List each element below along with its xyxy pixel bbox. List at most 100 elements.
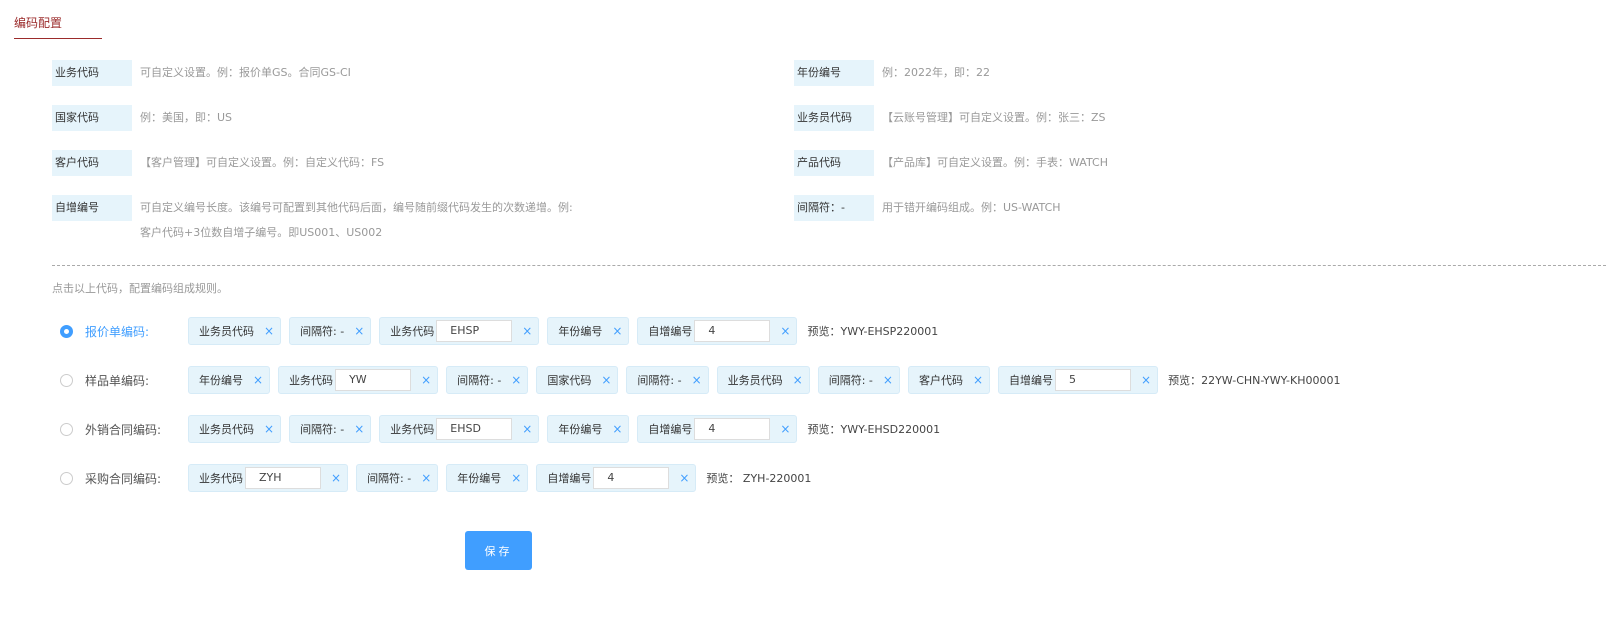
chip-value-input[interactable]: 4 xyxy=(694,320,771,342)
code-chip[interactable]: 国家代码 × xyxy=(536,366,619,394)
legend-key[interactable]: 间隔符：- xyxy=(794,195,874,221)
legend-desc: 【云账号管理】可自定义设置。例：张三：ZS xyxy=(882,111,1106,124)
close-icon[interactable]: × xyxy=(421,471,431,485)
legend-key[interactable]: 国家代码 xyxy=(52,105,132,131)
chip-value-input[interactable]: ZYH xyxy=(245,467,321,489)
close-icon[interactable]: × xyxy=(793,373,803,387)
code-chip[interactable]: 自增编号 4 × xyxy=(637,317,798,345)
legend-key[interactable]: 自增编号 xyxy=(52,195,132,221)
close-icon[interactable]: × xyxy=(780,422,790,436)
close-icon[interactable]: × xyxy=(612,422,622,436)
chip-label: 间隔符: - xyxy=(637,374,682,387)
chip-label: 间隔符: - xyxy=(300,423,345,436)
legend-key[interactable]: 业务员代码 xyxy=(794,105,874,131)
code-chip[interactable]: 业务员代码 × xyxy=(716,366,810,394)
chip-label: 年份编号 xyxy=(558,423,603,436)
code-chip[interactable]: 自增编号 5 × xyxy=(998,366,1159,394)
close-icon[interactable]: × xyxy=(354,324,364,338)
legend-desc: 【客户管理】可自定义设置。例：自定义代码：FS xyxy=(140,156,385,169)
code-chip[interactable]: 业务代码 EHSD × xyxy=(379,415,540,443)
legend-desc: 可自定义设置。例：报价单GS。合同GS-CI xyxy=(140,66,351,79)
preview-text: 预览：YWY-EHSD220001 xyxy=(807,423,941,436)
rule-row-sample: 样品单编码: 年份编号 × 业务代码 YW × 间隔符: - × 国家代码 × … xyxy=(60,366,1341,394)
chip-label: 业务代码 xyxy=(390,325,435,338)
legend-item: 自增编号 可自定义编号长度。该编号可配置到其他代码后面，编号随前缀代码发生的次数… xyxy=(52,195,573,239)
chip-value-input[interactable]: EHSP xyxy=(436,320,513,342)
chip-label: 间隔符: - xyxy=(300,325,345,338)
chip-label: 间隔符: - xyxy=(457,374,502,387)
close-icon[interactable]: × xyxy=(612,324,622,338)
save-button[interactable]: 保存 xyxy=(465,531,532,570)
legend-desc: 例：2022年，即：22 xyxy=(882,66,990,79)
legend-desc-continued: 客户代码+3位数自增子编号。即US001、US002 xyxy=(140,226,383,239)
code-chip[interactable]: 业务代码 ZYH × xyxy=(188,464,349,492)
chip-label: 业务代码 xyxy=(390,423,435,436)
close-icon[interactable]: × xyxy=(679,471,689,485)
code-chip[interactable]: 间隔符: - × xyxy=(356,464,439,492)
close-icon[interactable]: × xyxy=(354,422,364,436)
code-chip[interactable]: 年份编号 × xyxy=(188,366,271,394)
close-icon[interactable]: × xyxy=(522,422,532,436)
code-chip[interactable]: 年份编号 × xyxy=(446,464,529,492)
tab-encoding-config[interactable]: 编码配置 xyxy=(14,14,62,31)
chip-label: 自增编号 xyxy=(648,423,693,436)
close-icon[interactable]: × xyxy=(973,373,983,387)
chip-value-input[interactable]: 4 xyxy=(694,418,771,440)
legend-desc: 用于错开编码组成。例：US-WATCH xyxy=(882,201,1061,214)
radio-button[interactable] xyxy=(60,471,73,485)
close-icon[interactable]: × xyxy=(264,422,274,436)
code-chip[interactable]: 年份编号 × xyxy=(547,415,630,443)
close-icon[interactable]: × xyxy=(331,471,341,485)
rule-row-export-contract: 外销合同编码: 业务员代码 × 间隔符: - × 业务代码 EHSD × 年份编… xyxy=(60,415,940,443)
close-icon[interactable]: × xyxy=(511,471,521,485)
code-chip[interactable]: 自增编号 4 × xyxy=(637,415,798,443)
dashed-divider xyxy=(52,265,1606,266)
chip-label: 自增编号 xyxy=(547,472,592,485)
radio-button[interactable] xyxy=(60,422,73,436)
close-icon[interactable]: × xyxy=(522,324,532,338)
code-chip[interactable]: 业务代码 YW × xyxy=(278,366,439,394)
close-icon[interactable]: × xyxy=(253,373,263,387)
code-chip[interactable]: 客户代码 × xyxy=(907,366,991,394)
chip-value-input[interactable]: 5 xyxy=(1055,369,1132,391)
code-chip[interactable]: 间隔符: - × xyxy=(626,366,709,394)
radio-button[interactable] xyxy=(60,373,73,387)
close-icon[interactable]: × xyxy=(264,324,274,338)
code-chip[interactable]: 间隔符: - × xyxy=(289,317,372,345)
legend-desc: 例：美国，即：US xyxy=(140,111,233,124)
close-icon[interactable]: × xyxy=(421,373,431,387)
chip-label: 年份编号 xyxy=(199,374,243,387)
chip-value-input[interactable]: EHSD xyxy=(436,418,513,440)
chip-label: 业务代码 xyxy=(289,374,334,387)
chip-label: 间隔符: - xyxy=(828,374,873,387)
legend-item: 年份编号 例：2022年，即：22 xyxy=(794,60,990,86)
chip-label: 自增编号 xyxy=(1009,374,1054,387)
close-icon[interactable]: × xyxy=(1141,373,1151,387)
code-chip[interactable]: 间隔符: - × xyxy=(446,366,529,394)
close-icon[interactable]: × xyxy=(883,373,893,387)
code-chip[interactable]: 业务代码 EHSP × xyxy=(379,317,540,345)
legend-item: 间隔符：- 用于错开编码组成。例：US-WATCH xyxy=(794,195,1061,221)
code-chip[interactable]: 业务员代码 × xyxy=(188,415,282,443)
chip-label: 年份编号 xyxy=(457,472,502,485)
close-icon[interactable]: × xyxy=(692,373,702,387)
config-hint: 点击以上代码，配置编码组成规则。 xyxy=(52,282,228,295)
legend-key[interactable]: 业务代码 xyxy=(52,60,132,86)
code-chip[interactable]: 自增编号 4 × xyxy=(536,464,697,492)
chip-value-input[interactable]: YW xyxy=(335,369,412,391)
chip-value-input[interactable]: 4 xyxy=(593,467,670,489)
code-chip[interactable]: 业务员代码 × xyxy=(188,317,282,345)
legend-key[interactable]: 产品代码 xyxy=(794,150,874,176)
legend-key[interactable]: 客户代码 xyxy=(52,150,132,176)
legend-item: 产品代码 【产品库】可自定义设置。例：手表：WATCH xyxy=(794,150,1108,176)
legend-key[interactable]: 年份编号 xyxy=(794,60,874,86)
radio-button[interactable] xyxy=(60,324,73,338)
chip-label: 国家代码 xyxy=(547,374,592,387)
preview-text: 预览：22YW-CHN-YWY-KH00001 xyxy=(1168,374,1341,387)
close-icon[interactable]: × xyxy=(601,373,611,387)
close-icon[interactable]: × xyxy=(511,373,521,387)
code-chip[interactable]: 年份编号 × xyxy=(547,317,630,345)
code-chip[interactable]: 间隔符: - × xyxy=(289,415,372,443)
close-icon[interactable]: × xyxy=(780,324,790,338)
code-chip[interactable]: 间隔符: - × xyxy=(817,366,900,394)
